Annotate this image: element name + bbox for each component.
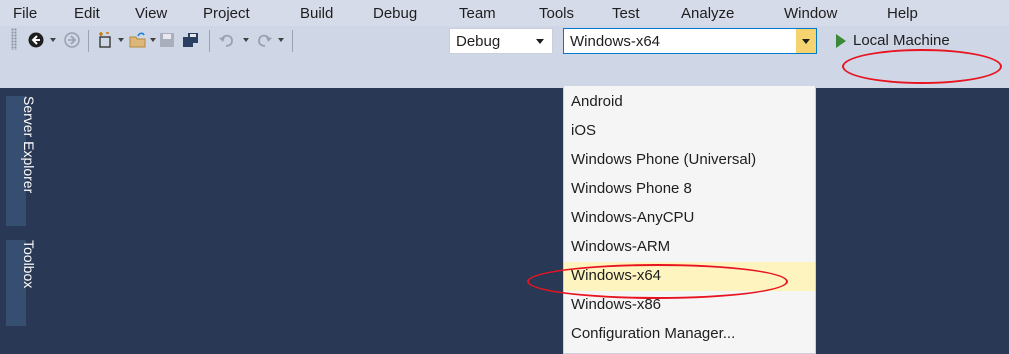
toolbar-grip[interactable]	[11, 28, 17, 50]
open-folder-icon[interactable]	[129, 31, 147, 49]
option-label: Windows-AnyCPU	[571, 209, 695, 226]
toolbox-label: Toolbox	[21, 240, 37, 289]
platform-option-windows-x64[interactable]: Windows-x64	[564, 262, 815, 291]
menu-file[interactable]: File	[13, 5, 37, 23]
configuration-value: Debug	[456, 33, 501, 50]
redo-icon[interactable]	[255, 31, 273, 49]
toolbar-separator	[88, 30, 89, 52]
option-label: Windows-ARM	[571, 238, 671, 255]
menu-window[interactable]: Window	[784, 5, 837, 23]
forward-arrow-icon[interactable]	[63, 31, 81, 49]
option-label: Windows Phone (Universal)	[571, 151, 757, 168]
platform-option-ios[interactable]: iOS	[564, 117, 815, 146]
option-label: Windows-x64	[571, 267, 662, 284]
menu-build[interactable]: Build	[300, 5, 333, 23]
play-icon	[836, 34, 846, 48]
platform-dropdown-button[interactable]	[796, 29, 816, 53]
menu-project[interactable]: Project	[203, 5, 250, 23]
back-dropdown-icon[interactable]	[50, 38, 56, 42]
platform-value: Windows-x64	[570, 33, 661, 50]
undo-icon[interactable]	[218, 31, 236, 49]
option-label: Windows-x86	[571, 296, 662, 313]
chevron-down-icon	[536, 39, 544, 44]
menu-edit[interactable]: Edit	[74, 5, 100, 23]
menu-analyze[interactable]: Analyze	[681, 5, 734, 23]
platform-option-windows-x86[interactable]: Windows-x86	[564, 291, 815, 320]
server-explorer-label: Server Explorer	[21, 96, 37, 194]
platform-option-windows-phone-8[interactable]: Windows Phone 8	[564, 175, 815, 204]
menu-bar: File Edit View Project Build Debug Team …	[0, 0, 1009, 26]
platform-dropdown-list: Android iOS Windows Phone (Universal) Wi…	[563, 86, 816, 354]
open-dropdown-icon[interactable]	[150, 38, 156, 42]
chevron-down-icon	[802, 39, 810, 44]
option-label: iOS	[571, 122, 597, 139]
save-icon[interactable]	[158, 31, 176, 49]
toolbar-separator	[209, 30, 210, 52]
menu-test[interactable]: Test	[612, 5, 640, 23]
menu-debug[interactable]: Debug	[373, 5, 417, 23]
menu-view[interactable]: View	[135, 5, 167, 23]
menu-help[interactable]: Help	[887, 5, 918, 23]
menu-team[interactable]: Team	[459, 5, 496, 23]
platform-option-windows-anycpu[interactable]: Windows-AnyCPU	[564, 204, 815, 233]
redo-dropdown-icon[interactable]	[278, 38, 284, 42]
solution-configuration-combo[interactable]: Debug	[449, 28, 553, 54]
platform-option-android[interactable]: Android	[564, 88, 815, 117]
menu-tools[interactable]: Tools	[539, 5, 574, 23]
configuration-manager-option[interactable]: Configuration Manager...	[564, 320, 815, 349]
option-label: Android	[571, 93, 623, 110]
option-label: Windows Phone 8	[571, 180, 692, 197]
undo-dropdown-icon[interactable]	[243, 38, 249, 42]
run-target-label: Local Machine	[853, 32, 950, 49]
new-project-icon[interactable]	[96, 31, 114, 49]
toolbar-separator	[292, 30, 293, 52]
platform-option-windows-phone-universal[interactable]: Windows Phone (Universal)	[564, 146, 815, 175]
option-label: Configuration Manager...	[571, 325, 736, 342]
save-all-icon[interactable]	[181, 31, 199, 49]
platform-option-windows-arm[interactable]: Windows-ARM	[564, 233, 815, 262]
back-arrow-icon[interactable]	[27, 31, 45, 49]
solution-platform-combo[interactable]: Windows-x64	[563, 28, 817, 54]
new-project-dropdown-icon[interactable]	[118, 38, 124, 42]
